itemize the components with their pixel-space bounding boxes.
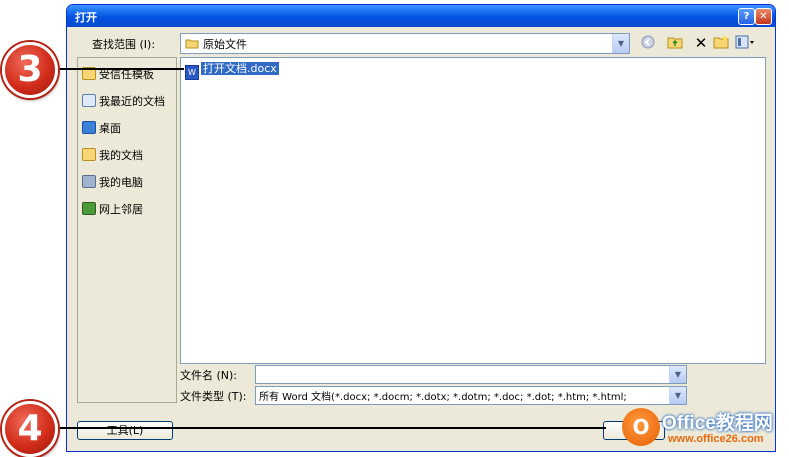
lookin-value: 原始文件 [203, 38, 247, 51]
list-item[interactable]: W 打开文档.docx [185, 60, 279, 80]
word-document-icon: W [185, 65, 199, 80]
up-folder-icon[interactable] [667, 35, 683, 51]
filetype-value: 所有 Word 文档(*.docx; *.docm; *.dotx; *.dot… [259, 392, 627, 403]
filetype-select[interactable]: 所有 Word 文档(*.docx; *.docm; *.dotx; *.dot… [255, 386, 687, 405]
place-network[interactable]: 网上邻居 [82, 201, 143, 217]
open-dialog: 打开 ? ✕ 查找范围 (I): 原始文件 ▼ ✕ 受信任模板 我最近的文档 桌… [66, 4, 776, 452]
callout-3-line [56, 68, 184, 70]
place-label: 我最近的文档 [99, 95, 165, 108]
callout-step-4: 4 [2, 401, 58, 457]
delete-icon[interactable]: ✕ [693, 35, 709, 51]
callout-step-3: 3 [2, 42, 58, 98]
watermark-brand: Office教程网 [662, 413, 773, 434]
watermark-url: www.office26.com [668, 433, 764, 445]
watermark: O Office教程网 www.office26.com [622, 404, 784, 452]
folder-icon [185, 38, 199, 52]
desktop-icon [82, 121, 96, 134]
lookin-combo[interactable]: 原始文件 ▼ [180, 33, 630, 54]
filename-input[interactable]: ▼ [255, 365, 687, 384]
places-bar: 受信任模板 我最近的文档 桌面 我的文档 我的电脑 网上邻居 [77, 57, 177, 403]
chevron-down-icon[interactable]: ▼ [669, 387, 686, 404]
filetype-label: 文件类型 (T): [180, 390, 247, 403]
my-documents-icon [82, 148, 96, 161]
chevron-down-icon[interactable]: ▼ [612, 34, 629, 53]
place-label: 我的电脑 [99, 176, 143, 189]
place-desktop[interactable]: 桌面 [82, 120, 121, 136]
file-name: 打开文档.docx [201, 62, 279, 75]
my-computer-icon [82, 175, 96, 188]
place-label: 网上邻居 [99, 203, 143, 216]
place-my-documents[interactable]: 我的文档 [82, 147, 143, 163]
lookin-label: 查找范围 (I): [92, 38, 156, 51]
filename-label: 文件名 (N): [180, 369, 238, 382]
title-bar[interactable]: 打开 ? ✕ [67, 5, 775, 27]
place-my-computer[interactable]: 我的电脑 [82, 174, 143, 190]
chevron-down-icon[interactable]: ▼ [669, 366, 686, 383]
office-logo-icon: O [622, 408, 660, 446]
back-icon[interactable] [640, 35, 656, 51]
tools-button[interactable]: 工具(L) [77, 421, 173, 440]
dialog-title: 打开 [75, 11, 97, 24]
network-icon [82, 202, 96, 215]
recent-docs-icon [82, 94, 96, 107]
help-icon[interactable]: ? [738, 8, 755, 25]
file-list[interactable]: W 打开文档.docx [180, 57, 766, 364]
close-icon[interactable]: ✕ [755, 8, 772, 25]
place-recent-documents[interactable]: 我最近的文档 [82, 93, 165, 109]
callout-4-line [56, 427, 606, 429]
views-icon[interactable] [735, 35, 754, 51]
place-label: 我的文档 [99, 149, 143, 162]
place-label: 桌面 [99, 122, 121, 135]
new-folder-icon[interactable] [713, 35, 729, 51]
